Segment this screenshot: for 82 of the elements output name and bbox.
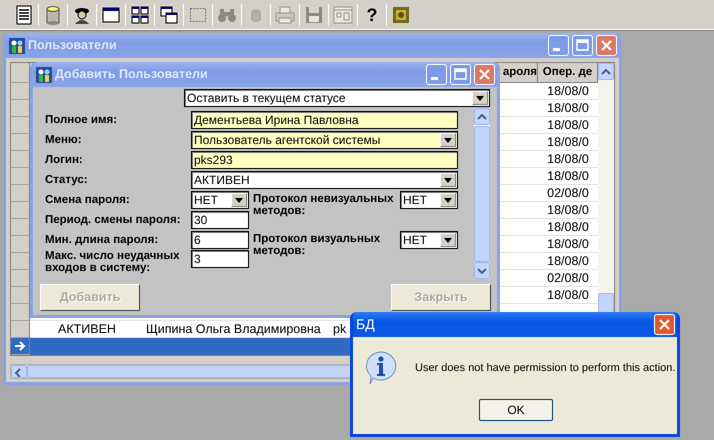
input-field[interactable]: Дементьева Ирина Павловна [191,111,458,129]
row-header[interactable] [11,287,30,304]
maximize-button[interactable] [572,35,593,56]
table-cell: 18/08/0 [547,83,589,100]
dropdown[interactable]: Пользователь агентской системы [191,131,458,149]
vertical-scrollbar[interactable] [474,108,490,279]
close-button[interactable] [654,314,675,335]
table-cell: 18/08/0 [547,151,589,168]
table-cell: АКТИВЕН [58,321,116,338]
column-header[interactable]: Опер. де [538,63,598,83]
maximize-icon [575,38,590,53]
close-button[interactable] [596,35,617,56]
table-cell: 18/08/0 [547,202,589,219]
maximize-button[interactable] [450,64,471,85]
row-header[interactable] [11,219,30,236]
dropdown[interactable]: НЕТ [400,191,458,209]
table-cell: 18/08/0 [547,117,589,134]
input-field[interactable]: 30 [191,211,249,229]
table-cell: 02/08/0 [547,270,589,287]
field-label: Меню: [45,134,83,146]
dropdown[interactable]: НЕТ [400,231,458,249]
field-label: Протокол невизуальных методов: [253,193,394,217]
message-text: User does not have permission to perform this action. [415,360,676,376]
minimize-button[interactable] [426,64,447,85]
minimize-icon [431,77,438,80]
input-field[interactable]: 3 [191,250,249,268]
caret-icon [444,238,452,242]
row-header[interactable] [11,304,30,321]
ok-button[interactable]: OK [479,399,553,421]
row-header[interactable] [11,270,30,287]
table-cell: 02/08/0 [547,185,589,202]
field-label: Протокол визуальных методов: [253,233,382,257]
row-header[interactable] [11,185,30,202]
field-label: Мин. длина пароля: [45,234,160,246]
window-title: БД [356,315,376,334]
minimize-button[interactable] [548,35,569,56]
row-header[interactable] [11,236,30,253]
dropdown[interactable]: АКТИВЕН [191,171,458,189]
caret-icon [444,138,452,142]
caret-icon [444,178,452,182]
row-header[interactable] [11,151,30,168]
row-header[interactable] [11,134,30,151]
field-label: Макс. число неудачных входов в систему: [45,250,181,274]
row-header[interactable] [11,168,30,185]
table-cell: 18/08/0 [547,100,589,117]
close-icon [599,38,614,53]
table-cell: 18/08/0 [547,253,589,270]
input-field[interactable]: pks293 [191,151,458,169]
field-label: Смена пароля: [45,194,131,206]
app-icon [9,38,25,54]
table-cell: 18/08/0 [547,236,589,253]
row-header[interactable] [11,100,30,117]
info-icon [365,351,397,385]
close-icon [657,317,672,332]
field-label: Период. смены пароля: [45,214,182,226]
app-icon [36,66,52,82]
input-field[interactable]: 6 [191,231,249,249]
table-cell: 18/08/0 [547,168,589,185]
minimize-icon [553,48,560,51]
table-cell: 18/08/0 [547,287,589,304]
window-title: Добавить Пользователи [55,66,209,84]
close-icon [477,67,492,82]
caret-icon [476,96,484,100]
row-header[interactable] [11,253,30,270]
row-header[interactable] [11,202,30,219]
table-cell: 18/08/0 [547,219,589,236]
table-cell: Щипина Ольга Владимировна [146,321,321,338]
table-cell: pk [333,321,346,338]
row-header[interactable] [11,338,30,355]
caret-icon [444,198,452,202]
row-header[interactable] [11,83,30,100]
dropdown[interactable]: Оставить в текущем статусе [184,89,490,107]
window-title: Пользователи [28,37,118,54]
field-label: Полное имя: [45,114,118,126]
field-label: Логин: [45,154,84,166]
table-cell: 18/08/0 [547,134,589,151]
caret-icon [235,198,243,202]
maximize-icon [453,67,468,82]
field-label: Статус: [45,174,89,186]
dropdown[interactable]: НЕТ [191,191,249,209]
close-button[interactable] [474,64,495,85]
row-header[interactable] [11,117,30,134]
